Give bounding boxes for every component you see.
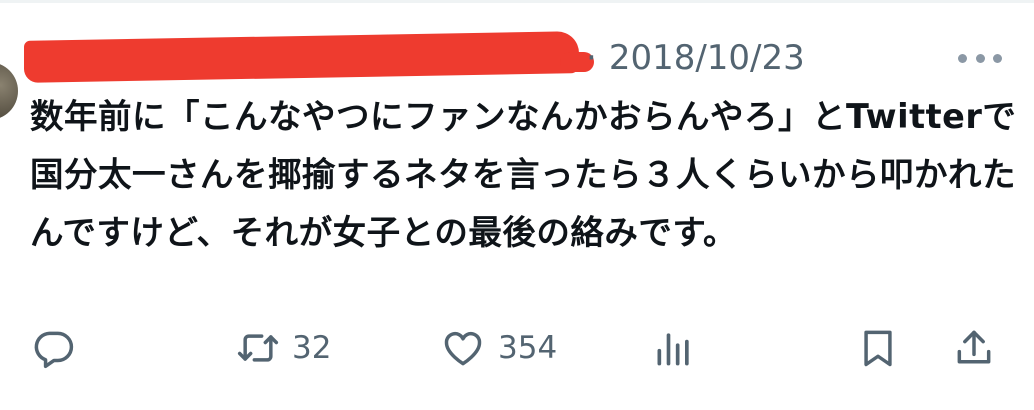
bookmark-icon bbox=[864, 330, 892, 367]
reply-button[interactable] bbox=[32, 326, 76, 370]
retweet-count: 32 bbox=[292, 330, 332, 366]
views-button[interactable] bbox=[652, 326, 696, 370]
retweet-button[interactable]: 32 bbox=[236, 326, 331, 370]
more-dot bbox=[975, 53, 985, 63]
more-dot bbox=[958, 53, 967, 63]
more-options-icon[interactable] bbox=[958, 48, 1002, 68]
avatar[interactable] bbox=[0, 62, 18, 120]
like-count: 354 bbox=[498, 330, 558, 366]
meta-separator: · bbox=[586, 38, 597, 78]
share-icon bbox=[957, 330, 991, 364]
redacted-username bbox=[24, 31, 579, 83]
like-button[interactable]: 354 bbox=[440, 326, 557, 370]
retweet-icon bbox=[237, 334, 279, 362]
tweet-date[interactable]: 2018/10/23 bbox=[609, 38, 805, 78]
heart-icon bbox=[444, 331, 482, 366]
reply-icon bbox=[34, 331, 74, 369]
share-button[interactable] bbox=[952, 326, 996, 370]
top-divider bbox=[0, 0, 1034, 3]
bookmark-button[interactable] bbox=[856, 326, 900, 370]
more-dot bbox=[993, 53, 1002, 63]
views-icon bbox=[657, 333, 689, 366]
tweet-text: 数年前に「こんなやつにファンなんかおらんやろ」とTwitterで国分太一さんを揶… bbox=[30, 97, 1017, 252]
tweet-header-meta: · 2018/10/23 bbox=[586, 34, 805, 82]
